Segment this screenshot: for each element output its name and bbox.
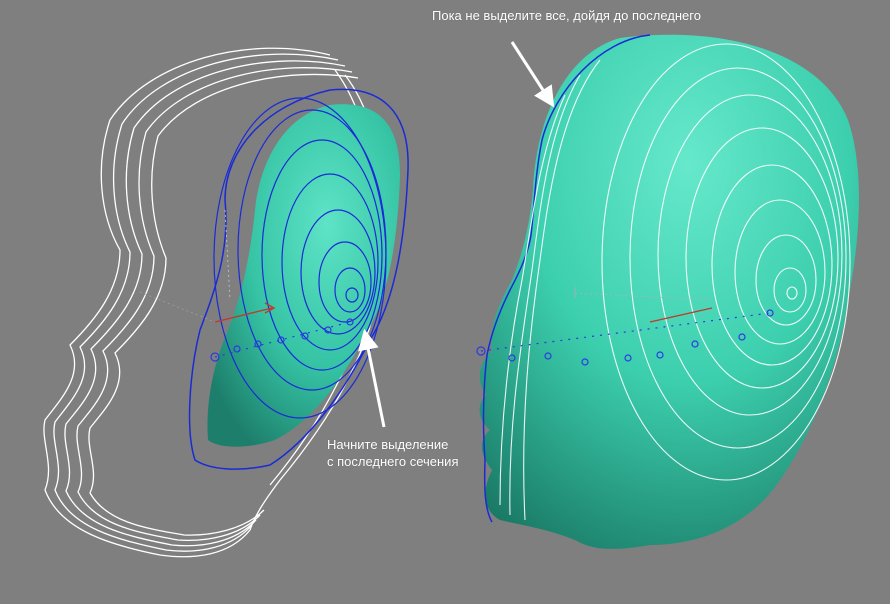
annotation-bottom-text: Начните выделение с последнего сечения: [327, 436, 459, 470]
pointer-arrow-top: [510, 41, 555, 108]
annotation-top-text: Пока не выделите все, дойдя до последнег…: [432, 8, 701, 23]
annotation-bottom-line1: Начните выделение: [327, 437, 449, 452]
annotation-bottom-line2: с последнего сечения: [327, 454, 459, 469]
pointer-arrow-bottom: [358, 328, 386, 428]
3d-viewport[interactable]: [0, 0, 890, 604]
